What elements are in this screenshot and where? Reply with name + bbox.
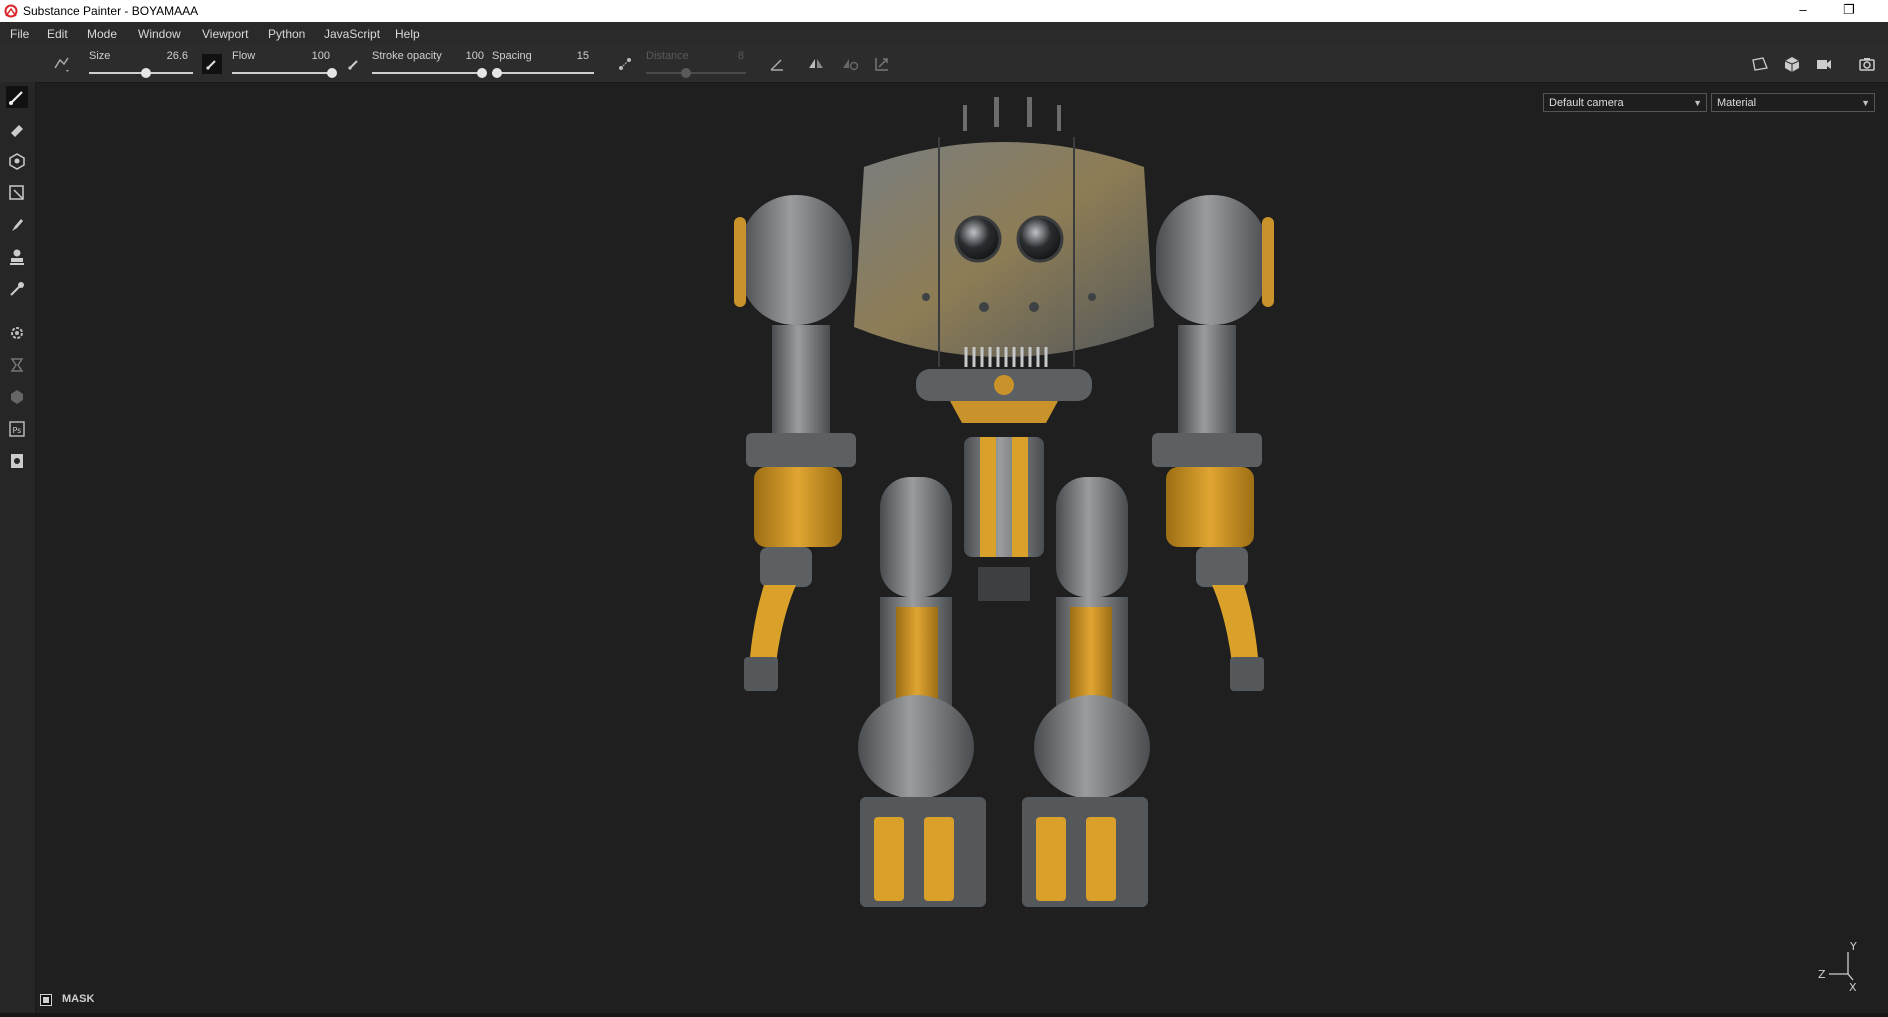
spacing-label: Spacing [492, 50, 532, 62]
stroke-opacity-slider-thumb[interactable] [477, 68, 487, 78]
spacing-slider-thumb[interactable] [492, 68, 503, 78]
left-shoulder [734, 195, 852, 325]
menu-help[interactable]: Help [395, 27, 420, 41]
brush-preset-icon[interactable] [52, 54, 72, 74]
polygon-fill-tool-icon[interactable] [6, 182, 28, 204]
menu-window[interactable]: Window [138, 27, 181, 41]
mask-label: MASK [62, 993, 95, 1005]
antenna-spikes [963, 97, 1061, 131]
menu-bar: File Edit Mode Window Viewport Python Ja… [0, 22, 1888, 46]
3d-view-icon[interactable] [1782, 54, 1802, 74]
status-strip [0, 1013, 1888, 1017]
symmetry-icon[interactable] [806, 54, 826, 74]
bake-icon[interactable] [6, 354, 28, 376]
distance-slider [646, 68, 746, 78]
restore-button[interactable]: ❐ [1826, 0, 1872, 22]
tool-properties-bar: Size 26.6 Flow 100 Stroke opacity 100 Sp… [0, 46, 1888, 83]
menu-javascript[interactable]: JavaScript [324, 27, 380, 41]
size-slider[interactable] [89, 68, 193, 78]
eraser-tool-icon[interactable] [6, 118, 28, 140]
robot-3d-model[interactable] [684, 97, 1324, 937]
menu-viewport[interactable]: Viewport [202, 27, 248, 41]
iray-render-icon[interactable] [6, 386, 28, 408]
title-bar: Substance Painter - BOYAMAAA – ❐ [0, 0, 1888, 22]
menu-python[interactable]: Python [268, 27, 305, 41]
distance-slider-thumb [681, 68, 691, 78]
size-value[interactable]: 26.6 [150, 50, 188, 62]
pressure-size-icon[interactable] [202, 54, 222, 74]
3d-viewport[interactable]: Default camera ▼ Material ▼ [36, 83, 1888, 1013]
spacing-value[interactable]: 15 [560, 50, 589, 62]
size-label: Size [89, 50, 111, 62]
flow-label: Flow [232, 50, 256, 62]
flow-slider-thumb[interactable] [327, 68, 337, 78]
axis-x-label: X [1849, 981, 1857, 992]
stroke-opacity-slider[interactable] [372, 68, 487, 78]
size-slider-thumb[interactable] [141, 68, 152, 78]
pressure-flow-icon[interactable] [344, 54, 364, 74]
screenshot-icon[interactable] [1857, 54, 1877, 74]
menu-mode[interactable]: Mode [87, 27, 117, 41]
clone-stamp-tool-icon[interactable] [6, 246, 28, 268]
axis-z-label: Z [1818, 968, 1826, 981]
symmetry-settings-icon[interactable] [840, 54, 860, 74]
menu-file[interactable]: File [10, 27, 29, 41]
minimize-button[interactable]: – [1780, 0, 1826, 22]
camera-dropdown[interactable]: Default camera ▼ [1543, 93, 1707, 112]
left-arm [744, 325, 856, 691]
camera-dropdown-value: Default camera [1549, 97, 1624, 109]
smudge-tool-icon[interactable] [6, 214, 28, 236]
color-picker-tool-icon[interactable] [6, 278, 28, 300]
axis-gizmo: Y Z X [1818, 940, 1857, 992]
camera-settings-icon[interactable] [1814, 54, 1834, 74]
plugin-icon[interactable] [6, 450, 28, 472]
photoshop-export-icon[interactable]: Ps [6, 418, 28, 440]
stroke-opacity-value[interactable]: 100 [452, 50, 484, 62]
axis-y-label: Y [1849, 940, 1857, 953]
right-arm [1152, 325, 1264, 691]
substance-painter-logo-icon [4, 4, 18, 18]
tools-sidebar: Ps [0, 82, 36, 1017]
menu-edit[interactable]: Edit [47, 27, 68, 41]
window-title: Substance Painter - BOYAMAAA [23, 4, 199, 18]
display-mode-dropdown-value: Material [1717, 97, 1757, 109]
angle-icon[interactable] [767, 54, 787, 74]
distance-label: Distance [646, 50, 689, 62]
tiling-icon[interactable] [872, 54, 892, 74]
flow-slider[interactable] [232, 68, 337, 78]
robot-pelvis [964, 437, 1044, 601]
mask-checkbox[interactable] [40, 994, 52, 1006]
settings-gear-icon[interactable] [6, 322, 28, 344]
stroke-opacity-label: Stroke opacity [372, 50, 442, 62]
flow-value[interactable]: 100 [290, 50, 330, 62]
spacing-slider[interactable] [492, 68, 594, 78]
chevron-down-icon: ▼ [1861, 98, 1870, 108]
display-mode-dropdown[interactable]: Material ▼ [1711, 93, 1875, 112]
projection-tool-icon[interactable] [6, 150, 28, 172]
distance-value: 8 [737, 50, 744, 62]
2d-view-icon[interactable] [1750, 54, 1770, 74]
chevron-down-icon: ▼ [1693, 98, 1702, 108]
svg-text:Ps: Ps [13, 426, 22, 435]
paint-brush-tool-icon[interactable] [6, 86, 28, 108]
robot-head [854, 137, 1154, 423]
right-shoulder [1156, 195, 1274, 325]
lazy-mouse-icon[interactable] [615, 54, 635, 74]
